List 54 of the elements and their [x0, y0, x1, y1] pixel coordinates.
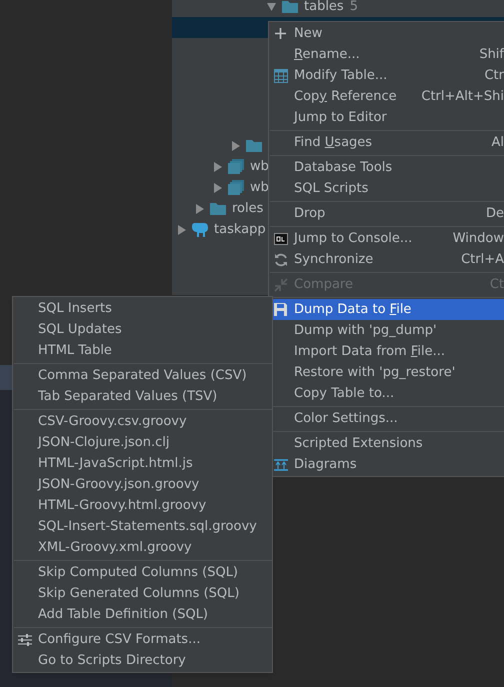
menu-item[interactable]: CSV-Groovy.csv.groovy: [13, 411, 272, 432]
tree-item-label[interactable]: taskapp: [214, 220, 266, 240]
table-icon: [274, 68, 288, 82]
menu-item[interactable]: Copy Reference Ctrl+Alt+Shi: [269, 86, 504, 107]
save-icon: [274, 303, 287, 316]
menu-item[interactable]: Synchronize Ctrl+A: [269, 249, 504, 270]
menu-item[interactable]: SQL Inserts: [13, 298, 272, 319]
item-count: 5: [350, 0, 358, 16]
menu-item[interactable]: Restore with 'pg_restore': [269, 362, 504, 383]
menu-item[interactable]: New: [269, 23, 504, 44]
menu-item[interactable]: Skip Generated Columns (SQL): [13, 583, 272, 604]
compare-icon: [274, 278, 288, 292]
menu-item[interactable]: JSON-Clojure.json.clj: [13, 432, 272, 453]
menu-item[interactable]: Copy Table to...: [269, 383, 504, 404]
sync-icon: [274, 252, 288, 266]
menu-item[interactable]: HTML-JavaScript.html.js: [13, 453, 272, 474]
menu-item[interactable]: Comma Separated Values (CSV): [13, 365, 272, 386]
tree-item-label[interactable]: wb: [250, 156, 269, 176]
tree-item-label[interactable]: roles: [232, 198, 264, 218]
menu-item[interactable]: XML-Groovy.xml.groovy: [13, 537, 272, 558]
layers-icon: [228, 159, 244, 174]
menu-item[interactable]: Import Data from File...: [269, 341, 504, 362]
menu-item[interactable]: Modify Table... Ctr: [269, 65, 504, 86]
menu-item[interactable]: Go to Scripts Directory: [13, 650, 272, 671]
folder-icon: [246, 139, 262, 152]
menu-item[interactable]: Scripted Extensions: [269, 433, 504, 454]
menu-item[interactable]: Drop De: [269, 203, 504, 224]
menu-item[interactable]: Jump to Console... Window: [269, 228, 504, 249]
menu-item[interactable]: Database Tools: [269, 157, 504, 178]
menu-item[interactable]: SQL-Insert-Statements.sql.groovy: [13, 516, 272, 537]
diagram-icon: [274, 458, 288, 470]
menu-item[interactable]: Rename... Shif: [269, 44, 504, 65]
tree-item-label[interactable]: wb: [250, 178, 269, 198]
plus-icon: [274, 27, 287, 40]
menu-item[interactable]: HTML-Groovy.html.groovy: [13, 495, 272, 516]
folder-icon: [210, 202, 226, 215]
menu-item[interactable]: HTML Table: [13, 340, 272, 361]
menu-item[interactable]: Diagrams: [269, 454, 504, 475]
folder-icon: [282, 0, 298, 13]
menu-item[interactable]: Skip Computed Columns (SQL): [13, 562, 272, 583]
sliders-icon: [18, 634, 32, 646]
menu-item[interactable]: Dump with 'pg_dump': [269, 320, 504, 341]
console-icon: [274, 232, 288, 244]
menu-item[interactable]: Find Usages Al: [269, 132, 504, 153]
layers-icon: [228, 180, 244, 195]
menu-item[interactable]: Tab Separated Values (TSV): [13, 386, 272, 407]
menu-item[interactable]: SQL Updates: [13, 319, 272, 340]
menu-item[interactable]: Color Settings...: [269, 408, 504, 429]
tree-item-label[interactable]: tables: [304, 0, 344, 16]
menu-item[interactable]: JSON-Groovy.json.groovy: [13, 474, 272, 495]
menu-item[interactable]: Add Table Definition (SQL): [13, 604, 272, 625]
menu-item[interactable]: Jump to Editor: [269, 107, 504, 128]
menu-item[interactable]: Configure CSV Formats...: [13, 629, 272, 650]
menu-item[interactable]: SQL Scripts: [269, 178, 504, 199]
